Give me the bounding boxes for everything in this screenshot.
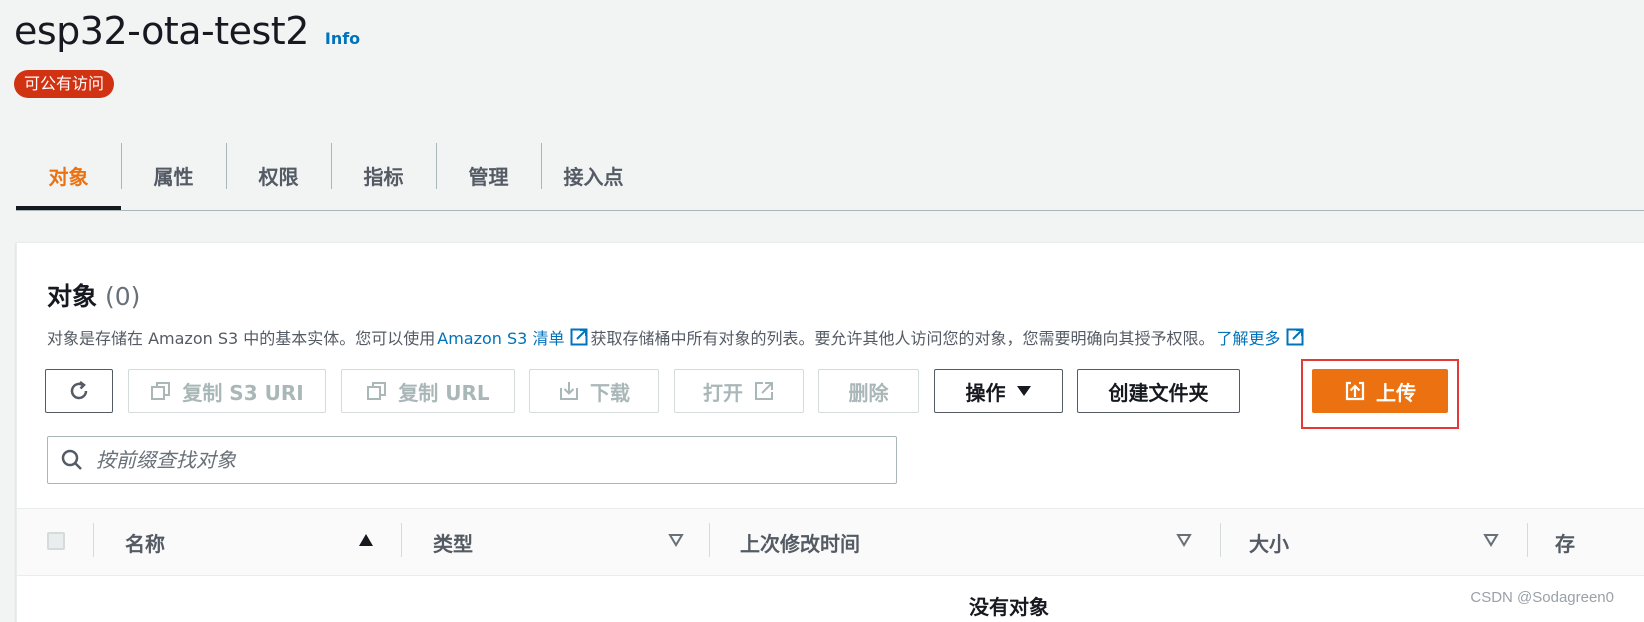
tab-access-points[interactable]: 接入点: [541, 143, 646, 207]
objects-heading: 对象 (0): [47, 277, 140, 313]
refresh-button[interactable]: [45, 369, 113, 413]
select-all-checkbox[interactable]: [47, 532, 65, 550]
tab-management[interactable]: 管理: [436, 143, 541, 207]
tab-objects[interactable]: 对象: [16, 143, 121, 210]
info-link[interactable]: Info: [325, 29, 360, 48]
column-separator: [1220, 523, 1221, 557]
tab-properties[interactable]: 属性: [121, 143, 226, 207]
copy-url-button[interactable]: 复制 URL: [341, 369, 515, 413]
caret-down-icon: [1016, 386, 1031, 396]
external-link-icon: [755, 382, 773, 400]
column-separator: [401, 523, 402, 557]
column-header-name[interactable]: 名称: [125, 509, 375, 575]
description-text-2: 获取存储桶中所有对象的列表。要允许其他人访问您的对象，您需要明确向其授予权限。: [590, 329, 1215, 348]
bucket-title: esp32-ota-test2: [14, 9, 309, 53]
copy-s3-uri-button[interactable]: 复制 S3 URI: [128, 369, 326, 413]
inventory-link[interactable]: Amazon S3 清单: [437, 325, 564, 349]
create-folder-button[interactable]: 创建文件夹: [1077, 369, 1240, 413]
create-folder-label: 创建文件夹: [1108, 380, 1209, 405]
objects-title: 对象: [47, 282, 98, 311]
copy-icon: [367, 382, 387, 400]
sort-descending-icon[interactable]: [1483, 533, 1499, 547]
column-header-name-label: 名称: [125, 531, 165, 556]
tab-metrics[interactable]: 指标: [331, 143, 436, 207]
description-text-1: 对象是存储在 Amazon S3 中的基本实体。您可以使用: [47, 329, 436, 348]
open-label: 打开: [703, 380, 743, 405]
column-header-storage-class-label: 存: [1555, 531, 1575, 556]
empty-table-message: 没有对象: [969, 595, 1049, 619]
column-separator: [1527, 523, 1528, 557]
column-separator: [93, 523, 94, 557]
column-header-size-label: 大小: [1249, 531, 1289, 556]
copy-icon: [151, 382, 171, 400]
copy-url-label: 复制 URL: [398, 380, 490, 405]
external-link-icon[interactable]: [1286, 328, 1304, 346]
learn-more-link[interactable]: 了解更多: [1216, 325, 1280, 349]
external-link-icon[interactable]: [570, 328, 588, 346]
column-separator: [709, 523, 710, 557]
actions-label: 操作: [965, 380, 1006, 405]
search-icon: [61, 449, 82, 470]
column-header-last-modified-label: 上次修改时间: [740, 531, 860, 556]
copy-s3-uri-label: 复制 S3 URI: [182, 380, 304, 405]
search-box: [47, 436, 897, 484]
delete-label: 删除: [848, 380, 889, 405]
objects-description: 对象是存储在 Amazon S3 中的基本实体。您可以使用 Amazon S3 …: [47, 325, 1306, 349]
search-input[interactable]: [94, 439, 896, 481]
watermark: CSDN @Sodagreen0: [1470, 589, 1614, 606]
objects-count: (0): [105, 282, 141, 311]
tab-permissions[interactable]: 权限: [226, 143, 331, 207]
upload-highlight-box: [1301, 359, 1459, 429]
sort-descending-icon[interactable]: [668, 533, 684, 547]
column-header-type[interactable]: 类型: [433, 509, 633, 575]
actions-dropdown-button[interactable]: 操作: [934, 369, 1063, 413]
download-icon: [560, 382, 578, 400]
download-button[interactable]: 下载: [529, 369, 659, 413]
column-header-type-label: 类型: [433, 531, 473, 556]
sort-ascending-icon[interactable]: [358, 533, 374, 547]
sort-descending-icon[interactable]: [1176, 533, 1192, 547]
bucket-tabs: 对象 属性 权限 指标 管理 接入点: [16, 143, 1644, 211]
open-button[interactable]: 打开: [674, 369, 804, 413]
page-header: esp32-ota-test2 Info: [14, 8, 360, 54]
public-access-badge: 可公有访问: [14, 70, 115, 98]
refresh-icon: [70, 381, 88, 400]
objects-panel: 对象 (0) 对象是存储在 Amazon S3 中的基本实体。您可以使用 Ama…: [16, 242, 1644, 622]
column-header-last-modified[interactable]: 上次修改时间: [740, 509, 1140, 575]
download-label: 下载: [590, 380, 630, 405]
objects-table-header: 名称 类型 上次修改时间 大小 存: [17, 508, 1644, 576]
delete-button[interactable]: 删除: [818, 369, 919, 413]
column-header-size[interactable]: 大小: [1249, 509, 1449, 575]
column-header-storage-class[interactable]: 存: [1555, 509, 1595, 575]
